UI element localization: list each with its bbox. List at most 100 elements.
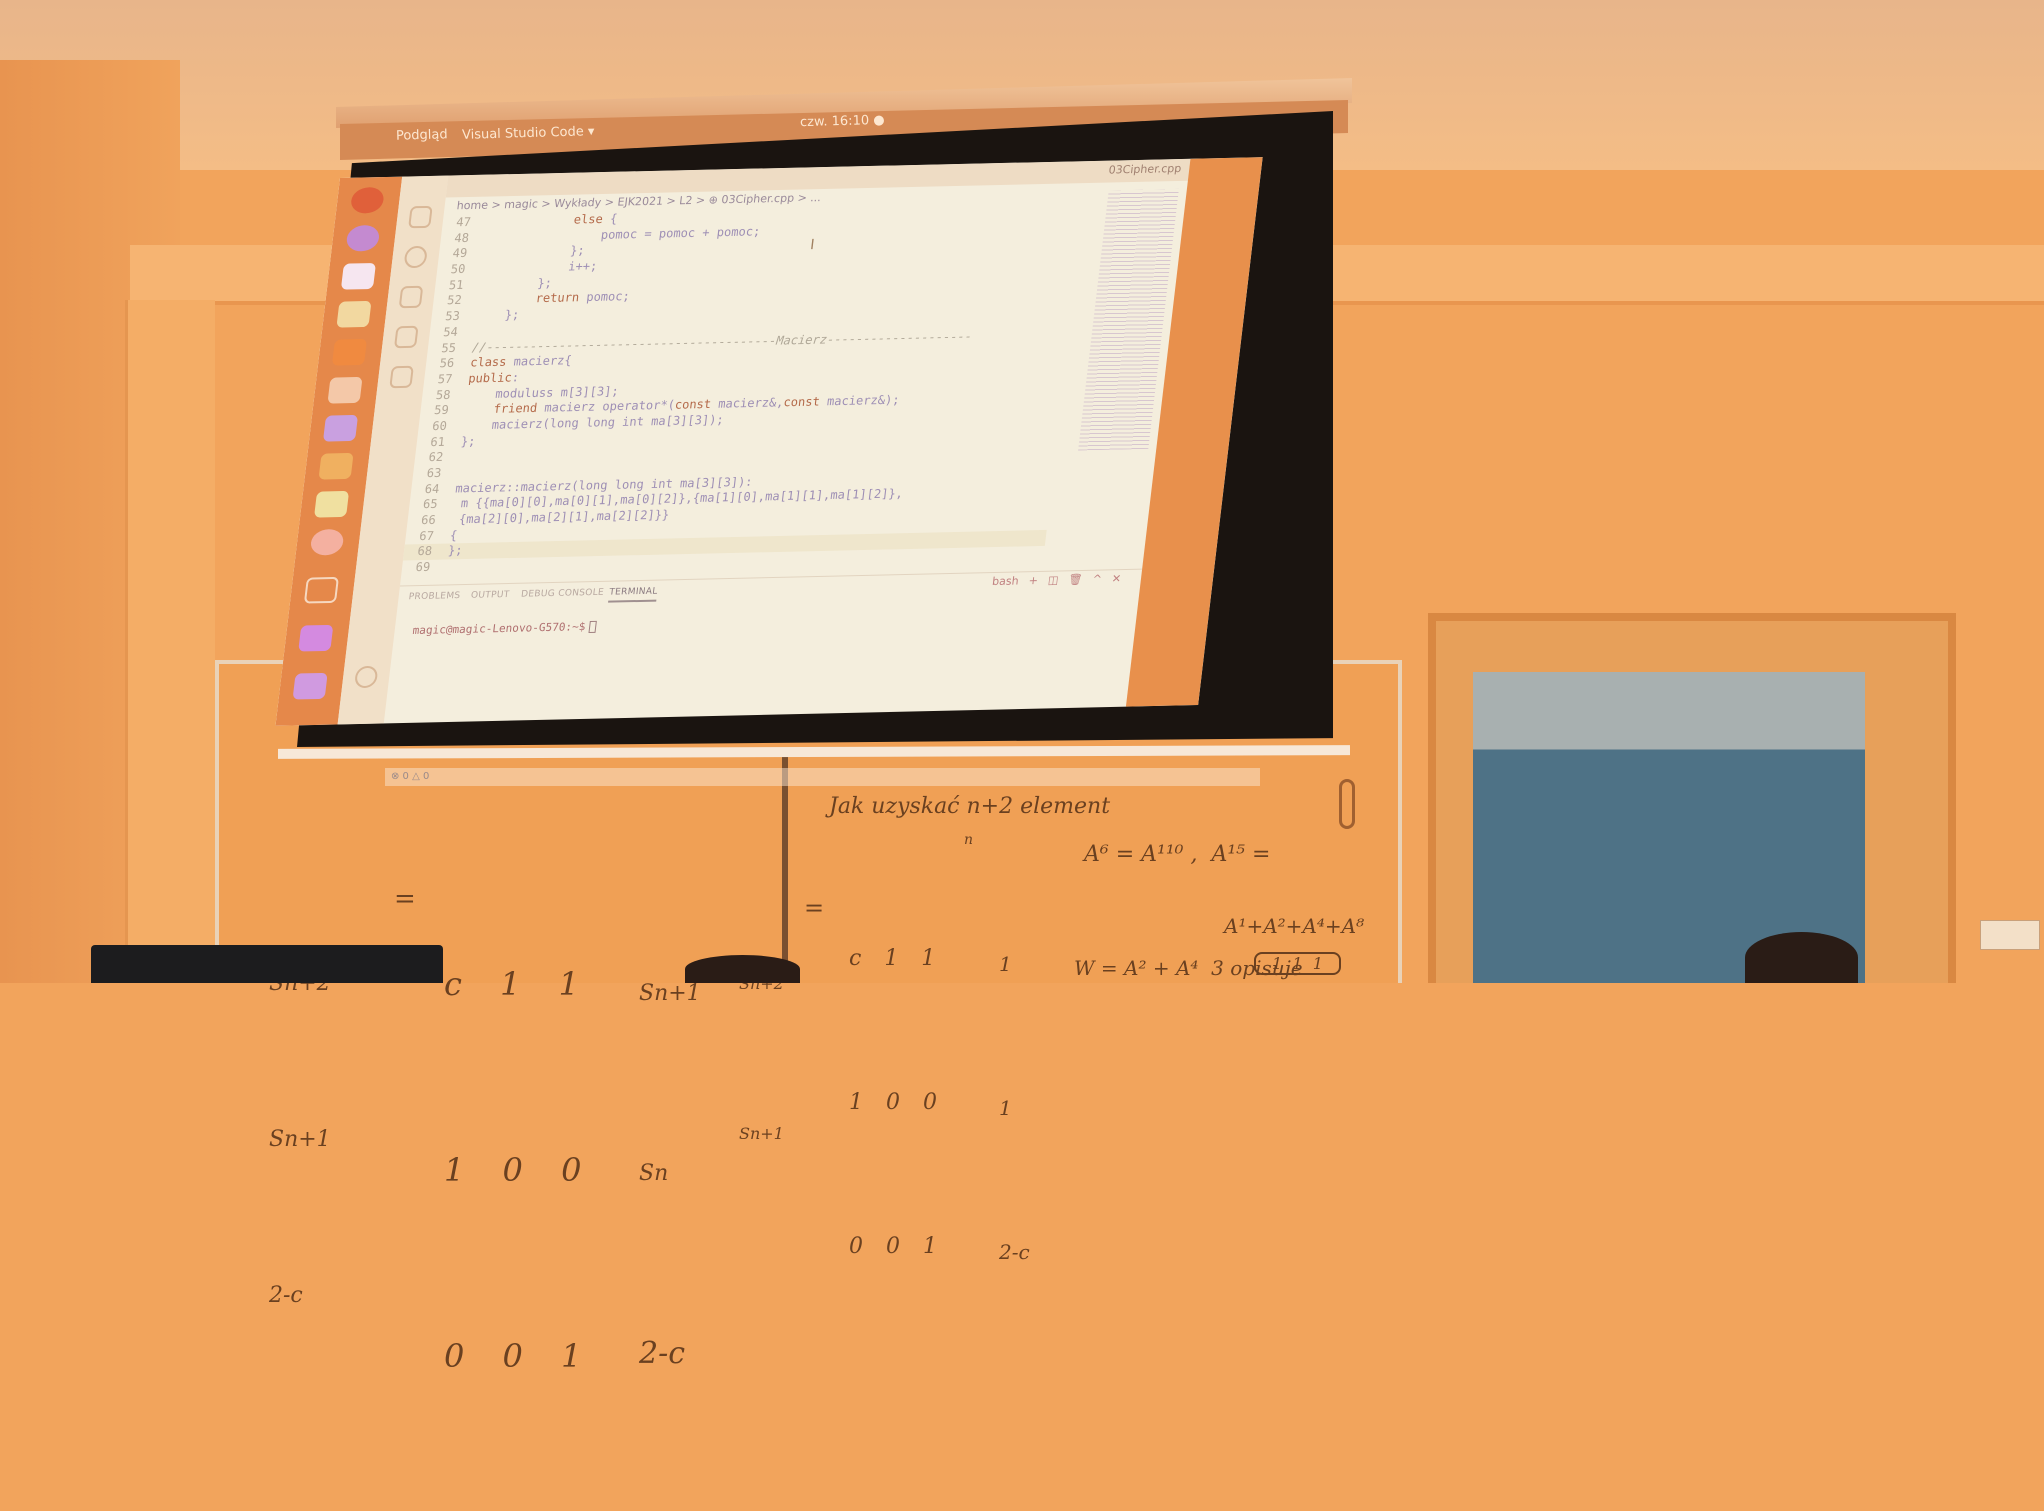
split-terminal-button[interactable]: ◫ (1047, 574, 1059, 587)
line-number: 69 (414, 559, 432, 575)
line-number: 54 (442, 324, 459, 340)
student-head (685, 955, 800, 983)
code-text: { (449, 528, 459, 543)
line-number: 51 (448, 277, 465, 292)
keyword: const (782, 394, 821, 410)
bottom-panel: PROBLEMS OUTPUT DEBUG CONSOLE TERMINAL b… (383, 568, 1143, 726)
line-number: 57 (437, 371, 454, 387)
tab-problems[interactable]: PROBLEMS (408, 591, 461, 602)
board-note: A¹+A²+A⁴+A⁸ (1224, 914, 1365, 938)
keyword: const (674, 397, 712, 412)
terminal-shell-select[interactable]: bash (991, 574, 1019, 588)
extensions-icon[interactable] (389, 365, 414, 389)
board-text: 2-c (639, 1336, 686, 1371)
files-icon[interactable] (327, 376, 363, 404)
board-text: 0 0 1 (444, 1337, 596, 1375)
board-init-vector: 1 1 2-c (999, 844, 1030, 1372)
line-number: 48 (453, 230, 470, 245)
terminal[interactable]: magic@magic-Lenovo-G570:~$ (411, 620, 598, 638)
code-text: i++; (480, 258, 599, 276)
line-number: 58 (435, 387, 452, 402)
kill-terminal-button[interactable]: 🗑 (1068, 573, 1084, 586)
line-number: 53 (444, 309, 461, 324)
line-number: 55 (440, 340, 457, 355)
maximize-panel-button[interactable]: ^ (1092, 573, 1103, 586)
terminal-cursor (588, 620, 598, 634)
vscode-icon[interactable] (292, 672, 328, 700)
student-head (1745, 932, 1858, 983)
board-text: Sn+1 (269, 1127, 331, 1152)
marker-holder (1339, 779, 1355, 829)
line-number: 56 (438, 356, 456, 371)
monitor (91, 945, 443, 983)
terminal-prompt: magic@magic-Lenovo-G570:~$ (411, 620, 587, 638)
code-editor[interactable]: 47 else {48 pomoc = pomoc + pomoc; 49 }; 5… (401, 201, 1085, 576)
tab-output[interactable]: OUTPUT (470, 590, 510, 601)
board-text: 2-c (999, 1240, 1030, 1264)
code-text: }; (478, 275, 553, 292)
problems-status[interactable]: ⊗ 0 △ 0 (391, 771, 429, 782)
board-text: 1 0 0 (849, 1090, 945, 1115)
board-note: 1 1 1 (1254, 952, 1341, 975)
line-number: 67 (418, 528, 435, 543)
code-text: }; (474, 307, 521, 323)
board-note: A⁶ = A¹¹⁰ , A¹⁵ = (1084, 842, 1271, 867)
screen-pole (782, 755, 788, 983)
search-icon[interactable] (403, 245, 429, 269)
photos-icon[interactable] (336, 300, 372, 328)
explorer-icon[interactable] (408, 205, 433, 229)
app-icon[interactable] (309, 528, 345, 556)
writer-icon[interactable] (340, 262, 377, 290)
board-equals: = (394, 884, 416, 914)
board-exponent: n (964, 832, 974, 848)
board-text: 2-c (269, 1283, 303, 1308)
board-rhs-vector: Sn+1 Sn 2-c (639, 844, 701, 1504)
line-number: 64 (424, 481, 441, 496)
close-panel-button[interactable]: ✕ (1111, 572, 1122, 585)
board-text: c 1 1 (444, 965, 593, 1003)
terminal-controls: bash + ◫ 🗑 ^ ✕ (991, 572, 1121, 588)
source-control-icon[interactable] (398, 285, 424, 309)
vlc-icon[interactable] (318, 452, 354, 480)
line-number: 47 (455, 214, 472, 230)
new-terminal-button[interactable]: + (1028, 574, 1039, 587)
run-debug-icon[interactable] (393, 325, 419, 349)
board-second-vector: Sn+2 Sn+1 (739, 859, 784, 1259)
board-heading: Jak uzyskać n+2 element (829, 794, 1111, 819)
tab-debug-console[interactable]: DEBUG CONSOLE (520, 588, 604, 600)
account-icon[interactable] (353, 665, 379, 689)
board-matrix-power: c 1 1 1 0 0 0 0 1 (849, 839, 945, 1367)
code-text: public: (467, 370, 520, 386)
tab-terminal[interactable]: TERMINAL (608, 586, 659, 603)
code-text: class macierz{ (469, 353, 573, 370)
editor-tab[interactable]: 03Cipher.cpp (1108, 162, 1182, 177)
projected-desktop: 03Cipher.cpp home > magic > Wykłady > EJ… (275, 157, 1263, 726)
board-matrix: c 1 1 1 0 0 0 0 1 (444, 829, 595, 1511)
board-equals: = (804, 894, 825, 922)
board-text: Sn+1 (739, 1124, 784, 1143)
board-text: 1 0 0 (444, 1151, 596, 1189)
line-number: 63 (425, 465, 443, 481)
software-center-icon[interactable] (331, 338, 368, 366)
clock[interactable]: czw. 16:10 ● (800, 113, 885, 130)
line-number: 49 (451, 246, 468, 261)
app-menu[interactable]: Visual Studio Code ▾ (462, 124, 595, 143)
line-number: 52 (446, 293, 463, 308)
keyword: return (534, 290, 580, 306)
firefox-icon[interactable] (349, 186, 385, 214)
board-text: 1 (999, 952, 1012, 976)
wall-pillar (125, 300, 215, 983)
calc-icon[interactable] (313, 490, 350, 518)
thunderbird-icon[interactable] (345, 224, 381, 252)
line-number: 62 (427, 450, 444, 465)
activities-button[interactable]: Podgląd (396, 127, 448, 143)
terminal-icon[interactable] (303, 576, 340, 604)
status-bar-projection: ⊗ 0 △ 0 (385, 768, 1260, 786)
board-text: 1 (999, 1096, 1012, 1120)
teams-icon[interactable] (298, 624, 334, 652)
line-number: 68 (416, 544, 433, 559)
line-number: 66 (420, 512, 437, 528)
line-number: 50 (449, 261, 467, 277)
app-icon[interactable] (322, 414, 359, 442)
board-text: Sn (639, 1161, 669, 1186)
